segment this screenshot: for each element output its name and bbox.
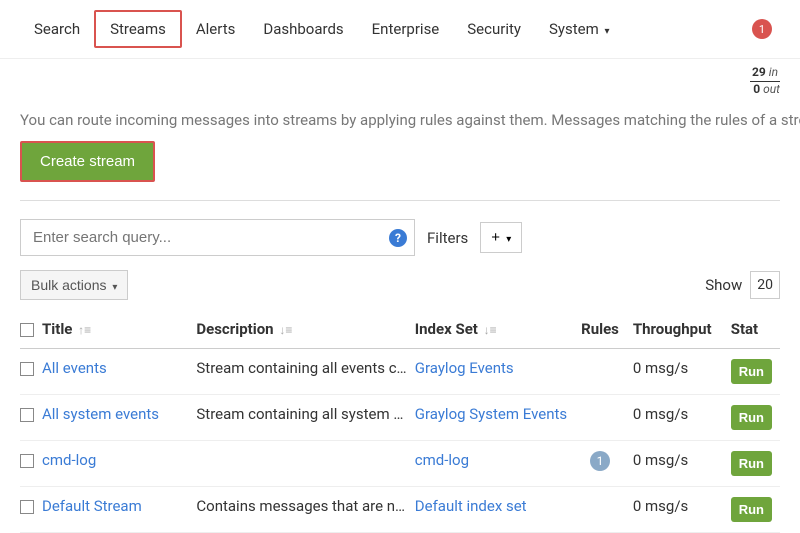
search-input[interactable] [20, 219, 415, 256]
add-filter-button[interactable]: + ▾ [480, 222, 522, 253]
help-icon[interactable]: ? [389, 229, 407, 247]
nav-system[interactable]: System ▾ [535, 12, 624, 46]
throughput-value: 0 msg/s [633, 441, 731, 487]
throughput-stats: 29 in 0 out [0, 59, 800, 101]
table-row: All events Stream containing all events c… [20, 349, 780, 395]
sort-icon[interactable]: ↑≡ [78, 323, 91, 337]
top-navigation: Search Streams Alerts Dashboards Enterpr… [0, 0, 800, 59]
sort-icon[interactable]: ↓≡ [484, 323, 497, 337]
notification-badge[interactable]: 1 [752, 19, 772, 39]
stream-description: Stream containing all system e… [196, 395, 414, 441]
row-checkbox[interactable] [20, 362, 34, 376]
sort-icon[interactable]: ↓≡ [279, 323, 292, 337]
throughput-value: 0 msg/s [633, 349, 731, 395]
nav-enterprise[interactable]: Enterprise [358, 12, 454, 46]
chevron-down-icon: ▾ [112, 282, 117, 293]
filters-label: Filters [427, 229, 468, 247]
run-button[interactable]: Run [731, 451, 772, 476]
table-row: Default StreamContains messages that are… [20, 487, 780, 533]
stream-title-link[interactable]: All system events [42, 405, 159, 423]
nav-dashboards[interactable]: Dashboards [249, 12, 357, 46]
throughput-value: 0 msg/s [633, 487, 731, 533]
rules-count-badge: 1 [590, 451, 610, 471]
row-checkbox[interactable] [20, 408, 34, 422]
throughput-value: 0 msg/s [633, 395, 731, 441]
stream-description [196, 441, 414, 487]
nav-alerts[interactable]: Alerts [182, 12, 250, 46]
page-description: You can route incoming messages into str… [0, 101, 800, 141]
select-all-checkbox[interactable] [20, 323, 34, 337]
stream-description: Stream containing all events cr… [196, 349, 414, 395]
nav-streams[interactable]: Streams [94, 10, 182, 48]
run-button[interactable]: Run [731, 359, 772, 384]
show-label: Show [705, 276, 742, 294]
row-checkbox[interactable] [20, 500, 34, 514]
nav-search[interactable]: Search [20, 12, 94, 46]
stream-title-link[interactable]: All events [42, 359, 107, 377]
stream-description: Contains messages that are no… [196, 487, 414, 533]
index-set-link[interactable]: Graylog System Events [415, 405, 567, 423]
bulk-actions-button[interactable]: Bulk actions ▾ [20, 270, 128, 300]
chevron-down-icon: ▾ [604, 26, 609, 37]
run-button[interactable]: Run [731, 405, 772, 430]
index-set-link[interactable]: cmd-log [415, 451, 469, 469]
row-checkbox[interactable] [20, 454, 34, 468]
index-set-link[interactable]: Graylog Events [415, 359, 514, 377]
chevron-down-icon: ▾ [506, 234, 511, 245]
create-stream-button[interactable]: Create stream [20, 141, 155, 182]
table-row: All system events Stream containing all s… [20, 395, 780, 441]
nav-security[interactable]: Security [453, 12, 535, 46]
stream-title-link[interactable]: cmd-log [42, 451, 96, 469]
page-size-select[interactable]: 20 [750, 271, 780, 299]
run-button[interactable]: Run [731, 497, 772, 522]
table-row: cmd-log cmd-log 1 0 msg/sRun [20, 441, 780, 487]
